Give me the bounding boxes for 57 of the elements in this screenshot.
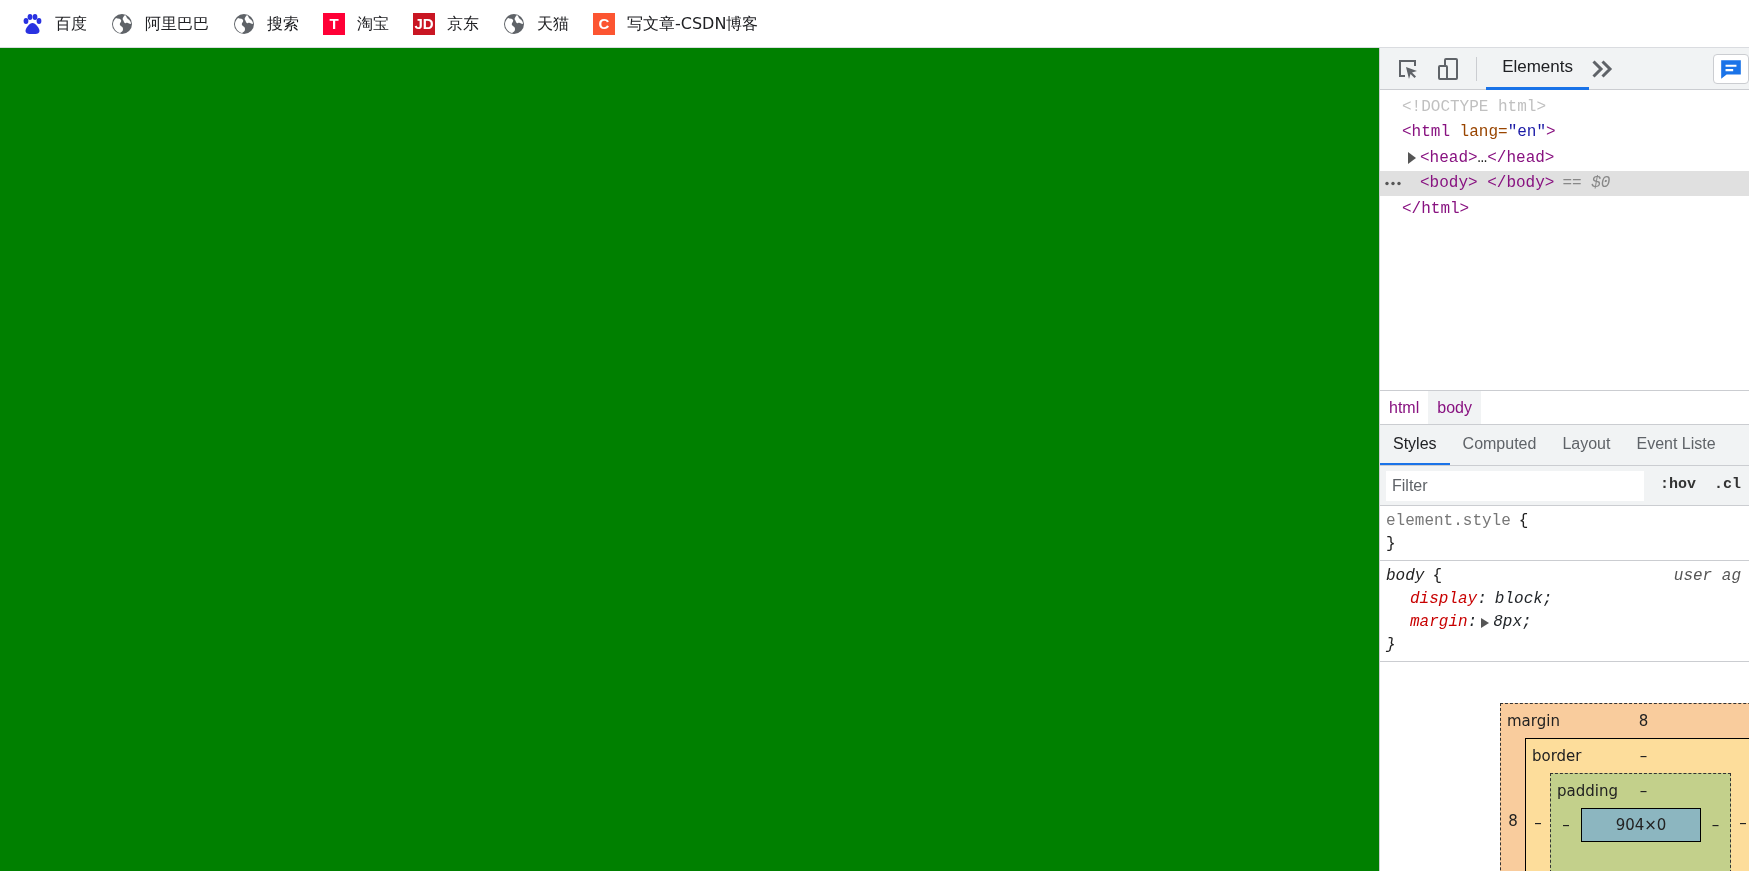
logo-icon: C [593, 12, 615, 35]
globe-icon [111, 12, 133, 35]
bookmark-link[interactable]: 京东 [447, 11, 479, 36]
toggle-button[interactable]: .cl [1712, 474, 1743, 497]
styles-tab[interactable]: Computed [1449, 425, 1550, 465]
css-value: block; [1494, 589, 1553, 610]
box-value: – [1534, 812, 1542, 834]
bookmark-link[interactable]: 天猫 [537, 11, 569, 36]
brace: } [1386, 635, 1397, 656]
feedback-button[interactable] [1713, 53, 1749, 84]
content-size: 904×0 [1581, 808, 1701, 842]
logo-icon: JD [413, 12, 435, 35]
filter-field[interactable]: Filter [1386, 470, 1644, 501]
toggle-button[interactable]: :hov [1657, 474, 1698, 497]
globe-icon [503, 12, 525, 35]
globe-icon [233, 12, 255, 35]
breadcrumb-item[interactable]: body [1428, 391, 1481, 424]
logo-icon: T [323, 12, 345, 35]
box-value: – [1639, 745, 1648, 767]
styles-tab[interactable]: Layout [1549, 425, 1624, 465]
box-value: – [1711, 814, 1720, 836]
css-property: margin [1410, 612, 1468, 633]
expand-triangle-icon[interactable] [1407, 151, 1417, 164]
dom-node[interactable]: <html lang="en"> [1402, 120, 1556, 145]
css-value: 8px; [1493, 612, 1532, 633]
box-value: 8 [1638, 710, 1649, 732]
dom-node[interactable]: </html> [1402, 196, 1470, 221]
bookmark-link[interactable]: 写文章-CSDN博客 [627, 11, 759, 36]
bookmark-link[interactable]: 百度 [55, 11, 87, 36]
bookmark-link[interactable]: 阿里巴巴 [145, 11, 209, 36]
dom-node[interactable]: <head>…</head> [1420, 145, 1555, 170]
box-label: padding [1557, 780, 1619, 802]
css-selector: element.style [1386, 511, 1511, 532]
breadcrumb-item[interactable]: html [1380, 391, 1429, 424]
bookmark-link[interactable]: 搜索 [267, 11, 299, 36]
box-value: – [1739, 812, 1747, 834]
device-icon[interactable] [1436, 56, 1460, 81]
css-selector: body [1386, 566, 1425, 587]
css-property: display [1410, 589, 1478, 610]
bookmark-link[interactable]: 淘宝 [357, 11, 389, 36]
box-value: 8 [1508, 810, 1518, 832]
box-value: – [1639, 780, 1648, 802]
expand-triangle-icon[interactable] [1481, 617, 1490, 628]
styles-tab[interactable]: Event Liste [1623, 425, 1729, 465]
box-label: margin [1507, 710, 1561, 732]
paw-icon [21, 12, 43, 35]
brace: { [1432, 566, 1442, 587]
selected-marker: == $0 [1562, 173, 1611, 195]
colon: : [1467, 612, 1478, 633]
rule-source: user ag [1673, 566, 1741, 587]
colon: : [1477, 589, 1487, 610]
more-icon[interactable] [1385, 180, 1401, 186]
brace: { [1518, 511, 1529, 532]
box-label: border [1532, 745, 1583, 767]
brace: } [1386, 534, 1397, 555]
box-value: – [1562, 814, 1570, 836]
dom-node[interactable]: <body> </body> [1420, 171, 1555, 196]
